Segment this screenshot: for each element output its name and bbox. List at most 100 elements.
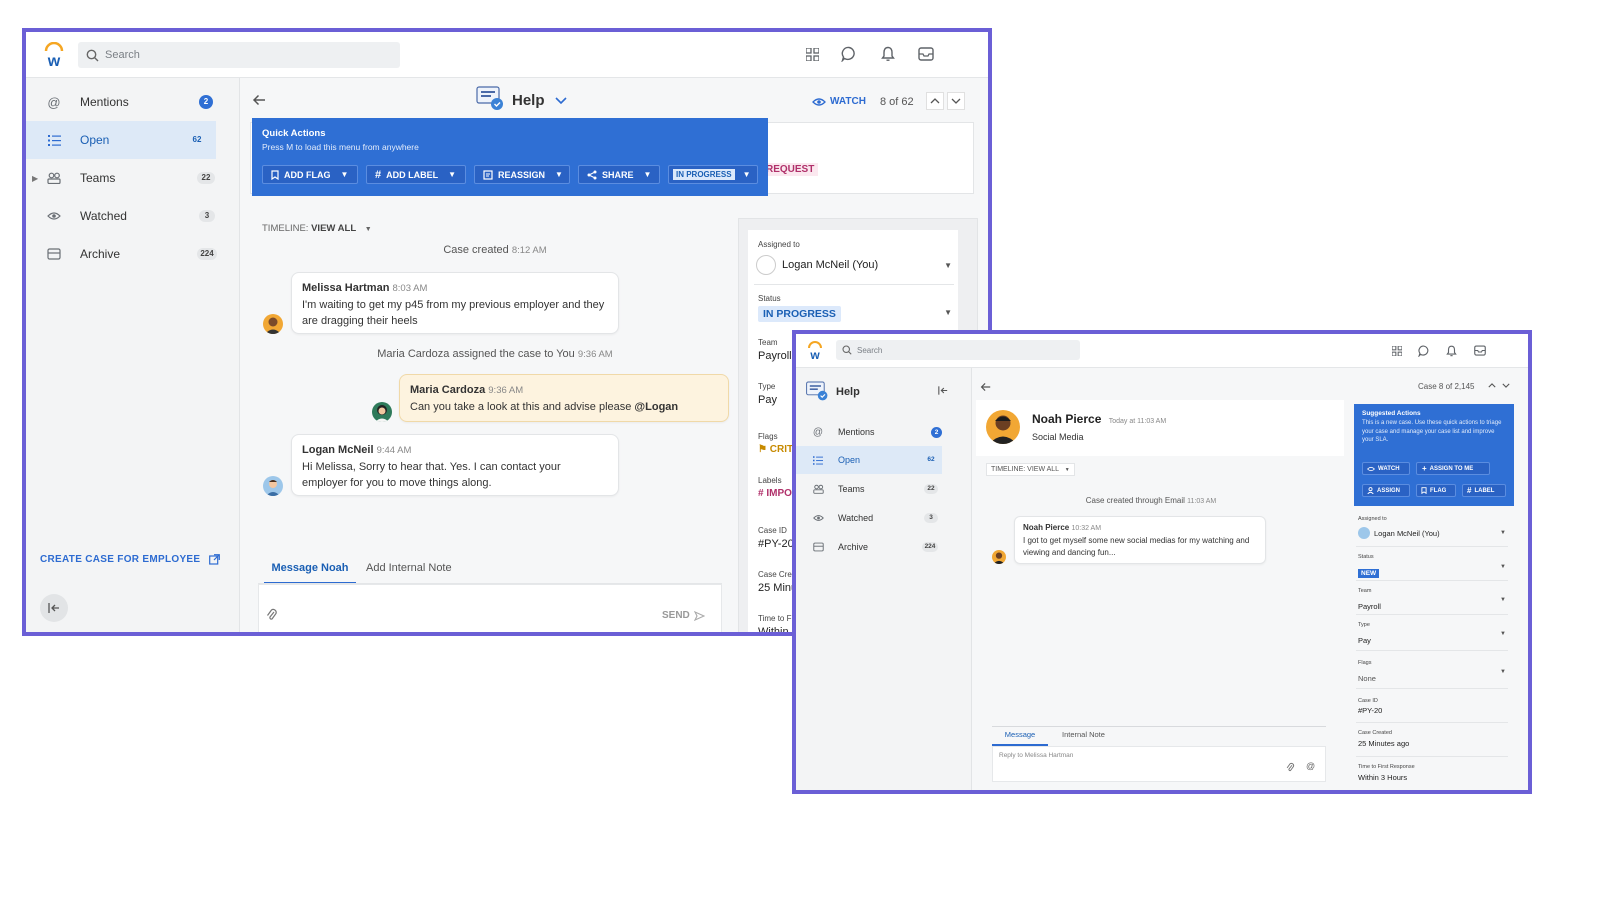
tab-message[interactable]: Message <box>992 730 1048 746</box>
case-subject: Social Media <box>1032 432 1084 442</box>
teams-icon <box>46 172 62 184</box>
eye-icon <box>812 514 824 522</box>
sidebar: @ Mentions 2 Open 62 ▶ Teams 22 Watched … <box>26 78 240 632</box>
suggested-actions-text: This is a new case. Use these quick acti… <box>1362 420 1502 443</box>
paperclip-icon[interactable] <box>266 608 278 622</box>
send-button[interactable]: SEND <box>662 610 705 621</box>
paperclip-icon[interactable] <box>1286 762 1295 773</box>
status-dropdown[interactable]: IN PROGRESS ▼ <box>758 304 952 322</box>
apps-grid-icon[interactable] <box>806 48 819 61</box>
sidebar-item-teams[interactable]: ▶ Teams 22 <box>26 159 239 197</box>
workday-logo[interactable]: w <box>42 42 66 68</box>
at-icon: @ <box>47 94 61 110</box>
assign-button[interactable]: ASSIGN <box>1362 484 1410 497</box>
sidebar-title: Help <box>836 386 860 398</box>
back-arrow-icon[interactable] <box>252 94 266 106</box>
bell-icon[interactable] <box>1446 345 1457 357</box>
workday-logo[interactable]: w <box>806 341 824 361</box>
back-arrow-icon[interactable] <box>980 382 991 392</box>
field-divider <box>1356 546 1508 547</box>
create-case-link[interactable]: CREATE CASE FOR EMPLOYEE <box>40 554 226 565</box>
assignee-dropdown[interactable]: Logan McNeil (You) ▼ <box>1358 526 1506 540</box>
team-dropdown[interactable]: Payroll ▼ <box>1358 596 1506 611</box>
message-text: Hi Melissa, Sorry to hear that. Yes. I c… <box>302 461 561 489</box>
search-input[interactable]: Search <box>78 42 400 68</box>
chat-icon[interactable] <box>1418 345 1430 357</box>
message-input[interactable]: Reply to Melissa Hartman <box>992 746 1326 782</box>
chat-icon[interactable] <box>841 46 857 62</box>
case-header-card: Noah Pierce Today at 11:03 AM Social Med… <box>976 400 1344 456</box>
sidebar-item-watched[interactable]: Watched 3 <box>26 197 239 235</box>
inbox-icon[interactable] <box>918 47 934 61</box>
hash-icon: # <box>375 168 382 181</box>
sidebar-item-mentions[interactable]: @ Mentions 2 <box>796 418 942 446</box>
sidebar-item-mentions[interactable]: @ Mentions 2 <box>26 84 239 120</box>
mention-link[interactable]: @Logan <box>634 401 678 413</box>
reassign-button[interactable]: REASSIGN ▼ <box>474 165 570 184</box>
quick-actions-menu: Quick Actions Press M to load this menu … <box>252 118 768 196</box>
field-divider <box>1356 688 1508 689</box>
collapse-sidebar-button[interactable] <box>40 594 68 622</box>
assign-to-me-button[interactable]: + ASSIGN TO ME <box>1416 462 1490 475</box>
type-dropdown[interactable]: Pay ▼ <box>1358 630 1506 645</box>
watch-button[interactable]: WATCH <box>812 96 866 107</box>
tab-internal-note[interactable]: Internal Note <box>1062 730 1105 739</box>
tab-internal-note[interactable]: Add Internal Note <box>366 562 452 574</box>
status-dropdown[interactable]: NEW ▼ <box>1358 562 1506 578</box>
prev-case-button[interactable] <box>926 92 944 110</box>
timeline-filter[interactable]: TIMELINE: VIEW ALL ▼ <box>986 463 1075 476</box>
sidebar-item-watched[interactable]: Watched 3 <box>796 504 942 532</box>
dropdown-caret-icon: ▼ <box>1500 564 1506 570</box>
assigned-event: Maria Cardoza assigned the case to You 9… <box>377 348 613 360</box>
next-case-button[interactable] <box>1502 383 1510 388</box>
bell-icon[interactable] <box>881 46 895 62</box>
share-icon <box>587 170 597 180</box>
avatar <box>263 476 283 496</box>
teams-count: 22 <box>197 172 215 184</box>
flag-tag: ⚑ CRIT <box>758 444 794 455</box>
mentions-count: 2 <box>199 95 213 109</box>
help-app-icon <box>804 378 830 402</box>
request-tag: REQUEST <box>762 163 819 176</box>
share-button[interactable]: SHARE ▼ <box>578 165 660 184</box>
flags-dropdown[interactable]: None ▼ <box>1358 668 1506 683</box>
message-input[interactable] <box>258 584 722 632</box>
bookmark-icon <box>1421 487 1427 494</box>
prev-case-button[interactable] <box>1488 383 1496 388</box>
external-link-icon[interactable] <box>209 554 220 565</box>
add-label-button[interactable]: # ADD LABEL ▼ <box>366 165 466 184</box>
dropdown-caret-icon: ▼ <box>643 170 652 179</box>
collapse-sidebar-button[interactable] <box>938 386 948 395</box>
sidebar: Help @ Mentions 2 Open 62 Teams 22 Watch… <box>796 368 972 790</box>
sidebar-item-archive[interactable]: Archive 224 <box>26 235 239 273</box>
next-case-button[interactable] <box>947 92 965 110</box>
open-count: 62 <box>927 456 935 463</box>
field-divider <box>1356 580 1508 581</box>
eye-icon <box>812 97 826 107</box>
apps-grid-icon[interactable] <box>1392 346 1402 356</box>
label-button[interactable]: # LABEL <box>1462 484 1506 497</box>
status-dropdown[interactable]: IN PROGRESS ▼ <box>668 165 758 184</box>
search-input[interactable]: Search <box>836 340 1080 360</box>
sidebar-item-archive[interactable]: Archive 224 <box>796 533 942 561</box>
dropdown-caret-icon: ▼ <box>742 170 751 179</box>
flag-button[interactable]: FLAG <box>1416 484 1456 497</box>
chevron-down-icon <box>951 98 961 104</box>
sidebar-item-open[interactable]: Open 62 <box>26 121 216 159</box>
page-title[interactable]: Help <box>512 92 567 109</box>
sidebar-item-open[interactable]: Open 62 <box>796 446 942 474</box>
message-text: I'm waiting to get my p45 from my previo… <box>302 299 605 327</box>
add-flag-button[interactable]: ADD FLAG ▼ <box>262 165 358 184</box>
mentions-count: 2 <box>931 426 942 438</box>
mention-at-icon[interactable]: @ <box>1306 761 1315 771</box>
timeline-filter[interactable]: TIMELINE: VIEW ALL ▼ <box>262 223 372 234</box>
inbox-icon[interactable] <box>1474 345 1486 356</box>
watch-button[interactable]: WATCH <box>1362 462 1410 475</box>
dropdown-caret-icon: ▼ <box>1500 631 1506 637</box>
sidebar-item-teams[interactable]: Teams 22 <box>796 475 942 503</box>
expand-caret-icon[interactable]: ▶ <box>32 174 38 183</box>
assignee-dropdown[interactable]: Logan McNeil (You) ▼ <box>756 254 952 276</box>
avatar <box>263 314 283 334</box>
dropdown-caret-icon: ▼ <box>448 170 457 179</box>
tab-message[interactable]: Message Noah <box>264 562 356 584</box>
